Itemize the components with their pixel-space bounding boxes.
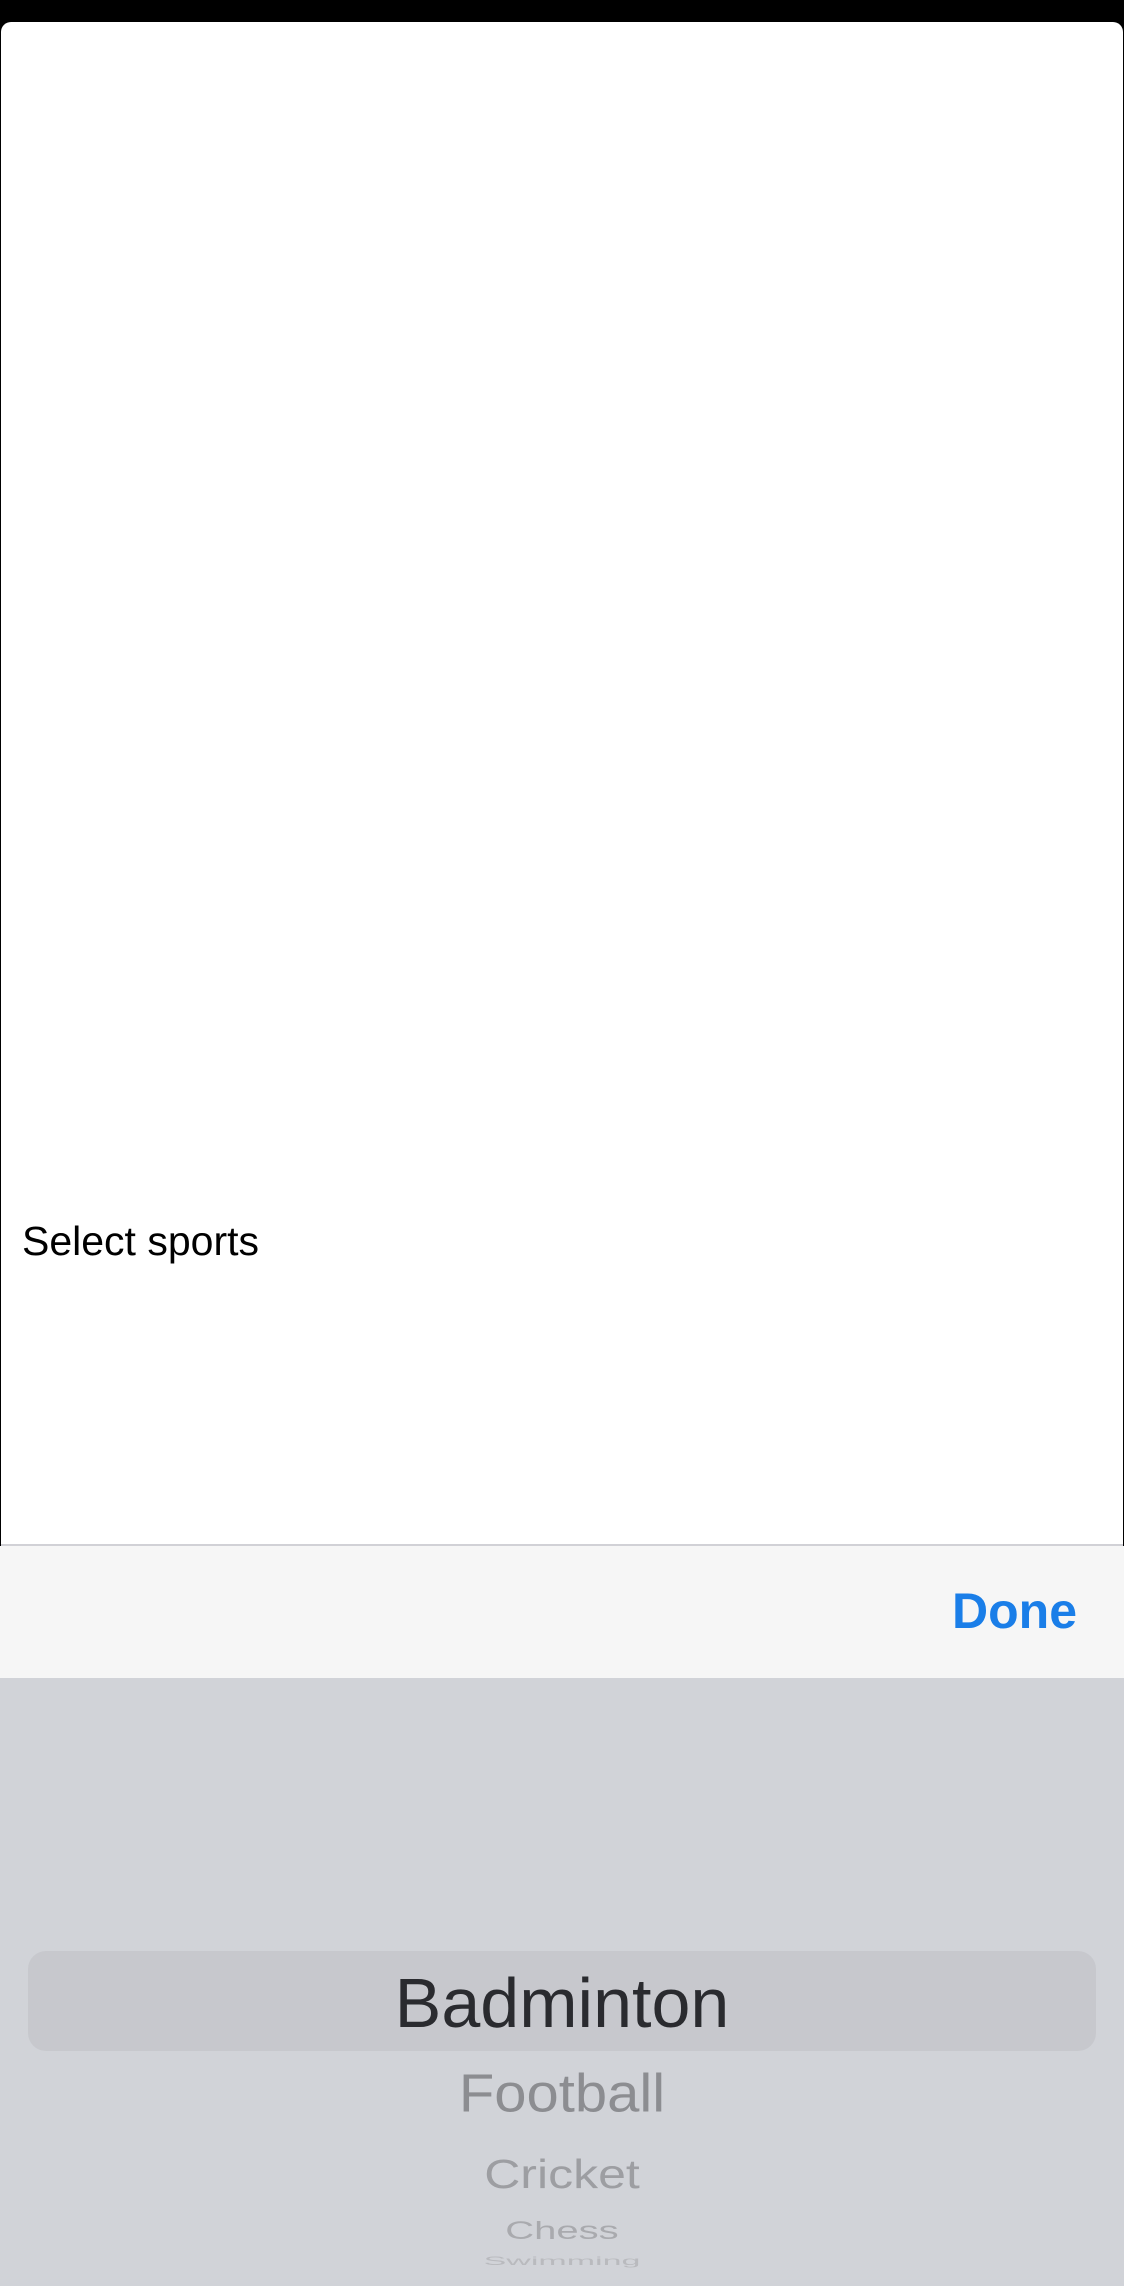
picker-option[interactable]: Chess — [0, 2217, 1124, 2244]
done-button[interactable]: Done — [952, 1582, 1077, 1640]
picker-option[interactable]: Football — [0, 2064, 1124, 2124]
picker-option-selected[interactable]: Badminton — [0, 1963, 1124, 2043]
sports-picker-wheel[interactable]: Badminton Football Cricket Chess Swimmin… — [0, 1678, 1124, 2286]
select-sports-label[interactable]: Select sports — [22, 1218, 259, 1265]
main-content: Select sports — [1, 22, 1123, 1546]
picker-option[interactable]: Cricket — [0, 2151, 1124, 2197]
picker-toolbar: Done — [0, 1546, 1124, 1678]
status-bar — [0, 0, 1124, 22]
picker-option[interactable]: Swimming — [0, 2255, 1124, 2268]
